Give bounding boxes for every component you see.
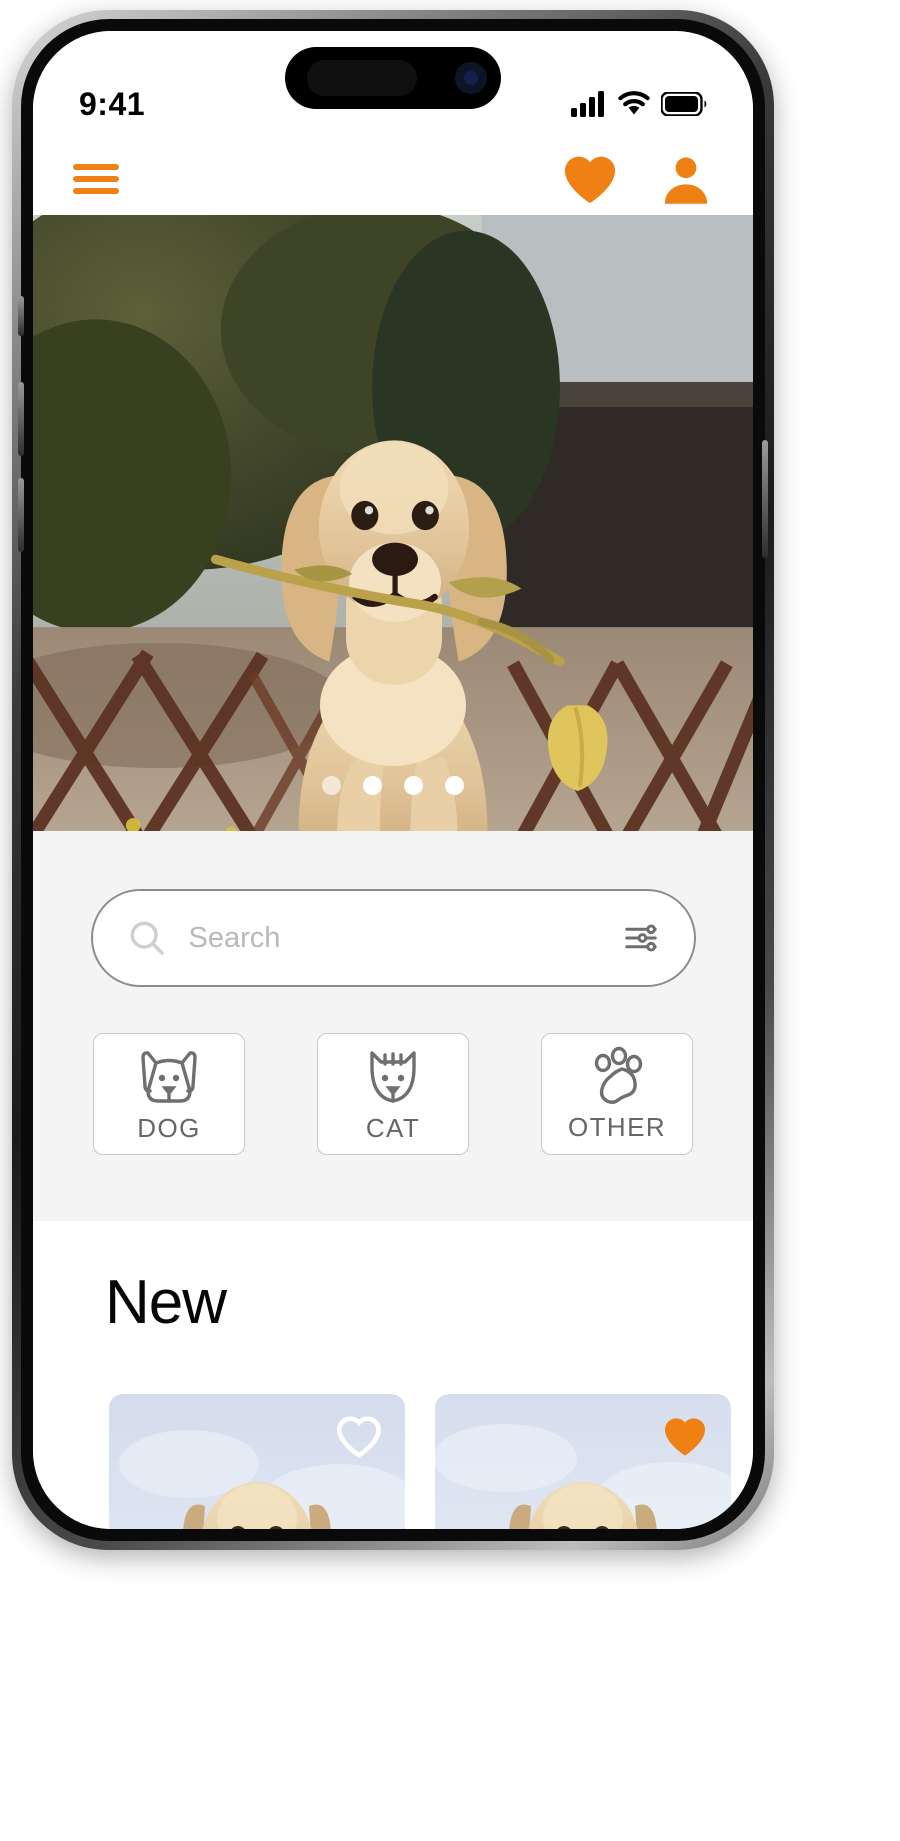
carousel-dot-3[interactable]	[404, 776, 423, 795]
status-bar: 9:41	[33, 31, 753, 143]
earpiece-speaker	[307, 60, 417, 96]
search-input[interactable]: Search	[189, 922, 600, 955]
carousel-dots[interactable]	[322, 776, 464, 795]
category-label: OTHER	[568, 1111, 666, 1142]
power-button[interactable]	[762, 440, 768, 558]
category-card-dog[interactable]: DOG	[93, 1033, 245, 1155]
front-camera-icon	[455, 62, 487, 94]
category-filter-row: DOG CAT OTHER	[33, 1033, 753, 1155]
category-label: CAT	[365, 1112, 421, 1143]
hamburger-line	[73, 176, 119, 182]
app-header	[33, 143, 753, 215]
cat-face-icon	[370, 1050, 416, 1103]
status-bar-indicators	[571, 91, 707, 117]
search-icon	[130, 921, 164, 955]
carousel-dot-4[interactable]	[445, 776, 464, 795]
hamburger-menu-icon[interactable]	[73, 164, 119, 194]
pet-card-list	[33, 1338, 753, 1529]
dynamic-island	[285, 47, 501, 109]
favorite-heart-button[interactable]	[661, 1412, 709, 1460]
paw-print-icon	[594, 1046, 643, 1104]
cellular-signal-icon	[571, 91, 604, 117]
battery-icon	[661, 92, 707, 116]
filter-sliders-icon[interactable]	[622, 919, 660, 957]
carousel-dot-1[interactable]	[322, 776, 341, 795]
phone-device-frame: 9:41 Search DOG CAT OTHER New	[12, 10, 774, 1550]
phone-bezel: 9:41 Search DOG CAT OTHER New	[21, 19, 765, 1541]
volume-up-button[interactable]	[18, 382, 24, 456]
dog-face-icon	[141, 1050, 197, 1103]
heart-filled-icon[interactable]	[561, 153, 619, 205]
app-header-actions	[561, 152, 713, 206]
phone-screen: 9:41 Search DOG CAT OTHER New	[33, 31, 753, 1529]
silent-switch-button[interactable]	[18, 296, 24, 336]
category-label: DOG	[137, 1112, 201, 1143]
wifi-icon	[618, 91, 650, 115]
hero-carousel[interactable]	[33, 215, 753, 831]
category-card-other[interactable]: OTHER	[541, 1033, 693, 1155]
favorite-heart-button[interactable]	[335, 1412, 383, 1460]
search-bar[interactable]: Search	[90, 889, 696, 987]
carousel-dot-2[interactable]	[363, 776, 382, 795]
new-pets-section: New	[33, 1221, 753, 1529]
hero-image	[33, 215, 753, 831]
volume-down-button[interactable]	[18, 478, 24, 552]
status-bar-time: 9:41	[79, 85, 146, 122]
user-profile-icon[interactable]	[659, 152, 713, 206]
screenshot-canvas: 9:41 Search DOG CAT OTHER New	[0, 0, 900, 1841]
section-title-new: New	[105, 1268, 227, 1337]
hamburger-line	[73, 188, 119, 194]
category-card-cat[interactable]: CAT	[317, 1033, 469, 1155]
search-and-category-panel: Search DOG CAT OTHER	[33, 831, 753, 1221]
hamburger-line	[73, 164, 119, 170]
